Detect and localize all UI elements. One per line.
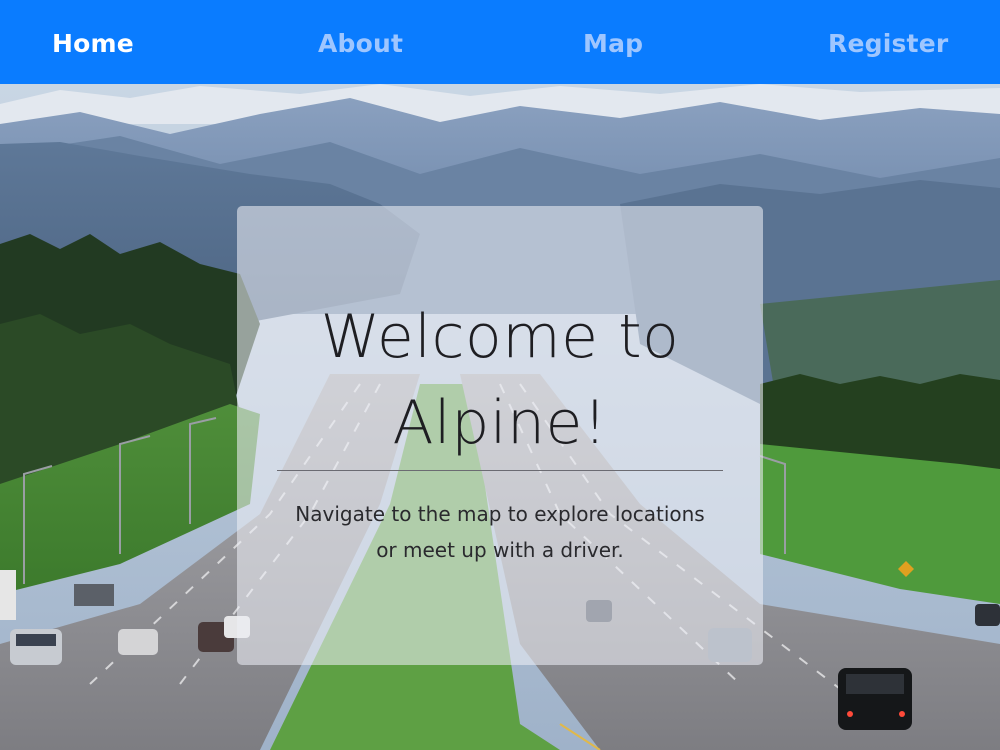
nav-home-link[interactable]: Home (52, 0, 134, 84)
card-divider (277, 470, 723, 471)
welcome-card: Welcome to Alpine! Navigate to the map t… (237, 206, 763, 665)
welcome-heading-line1: Welcome to (320, 302, 680, 372)
welcome-heading: Welcome to Alpine! (237, 294, 763, 466)
nav-about-link[interactable]: About (318, 0, 403, 84)
welcome-description-line1: Navigate to the map to explore locations (295, 502, 705, 526)
welcome-description: Navigate to the map to explore locations… (257, 496, 743, 568)
top-navbar: Home About Map Register (0, 0, 1000, 84)
welcome-heading-line2: Alpine! (392, 388, 608, 458)
nav-register-link[interactable]: Register (828, 0, 948, 84)
welcome-description-line2: or meet up with a driver. (376, 538, 624, 562)
nav-map-link[interactable]: Map (583, 0, 643, 84)
